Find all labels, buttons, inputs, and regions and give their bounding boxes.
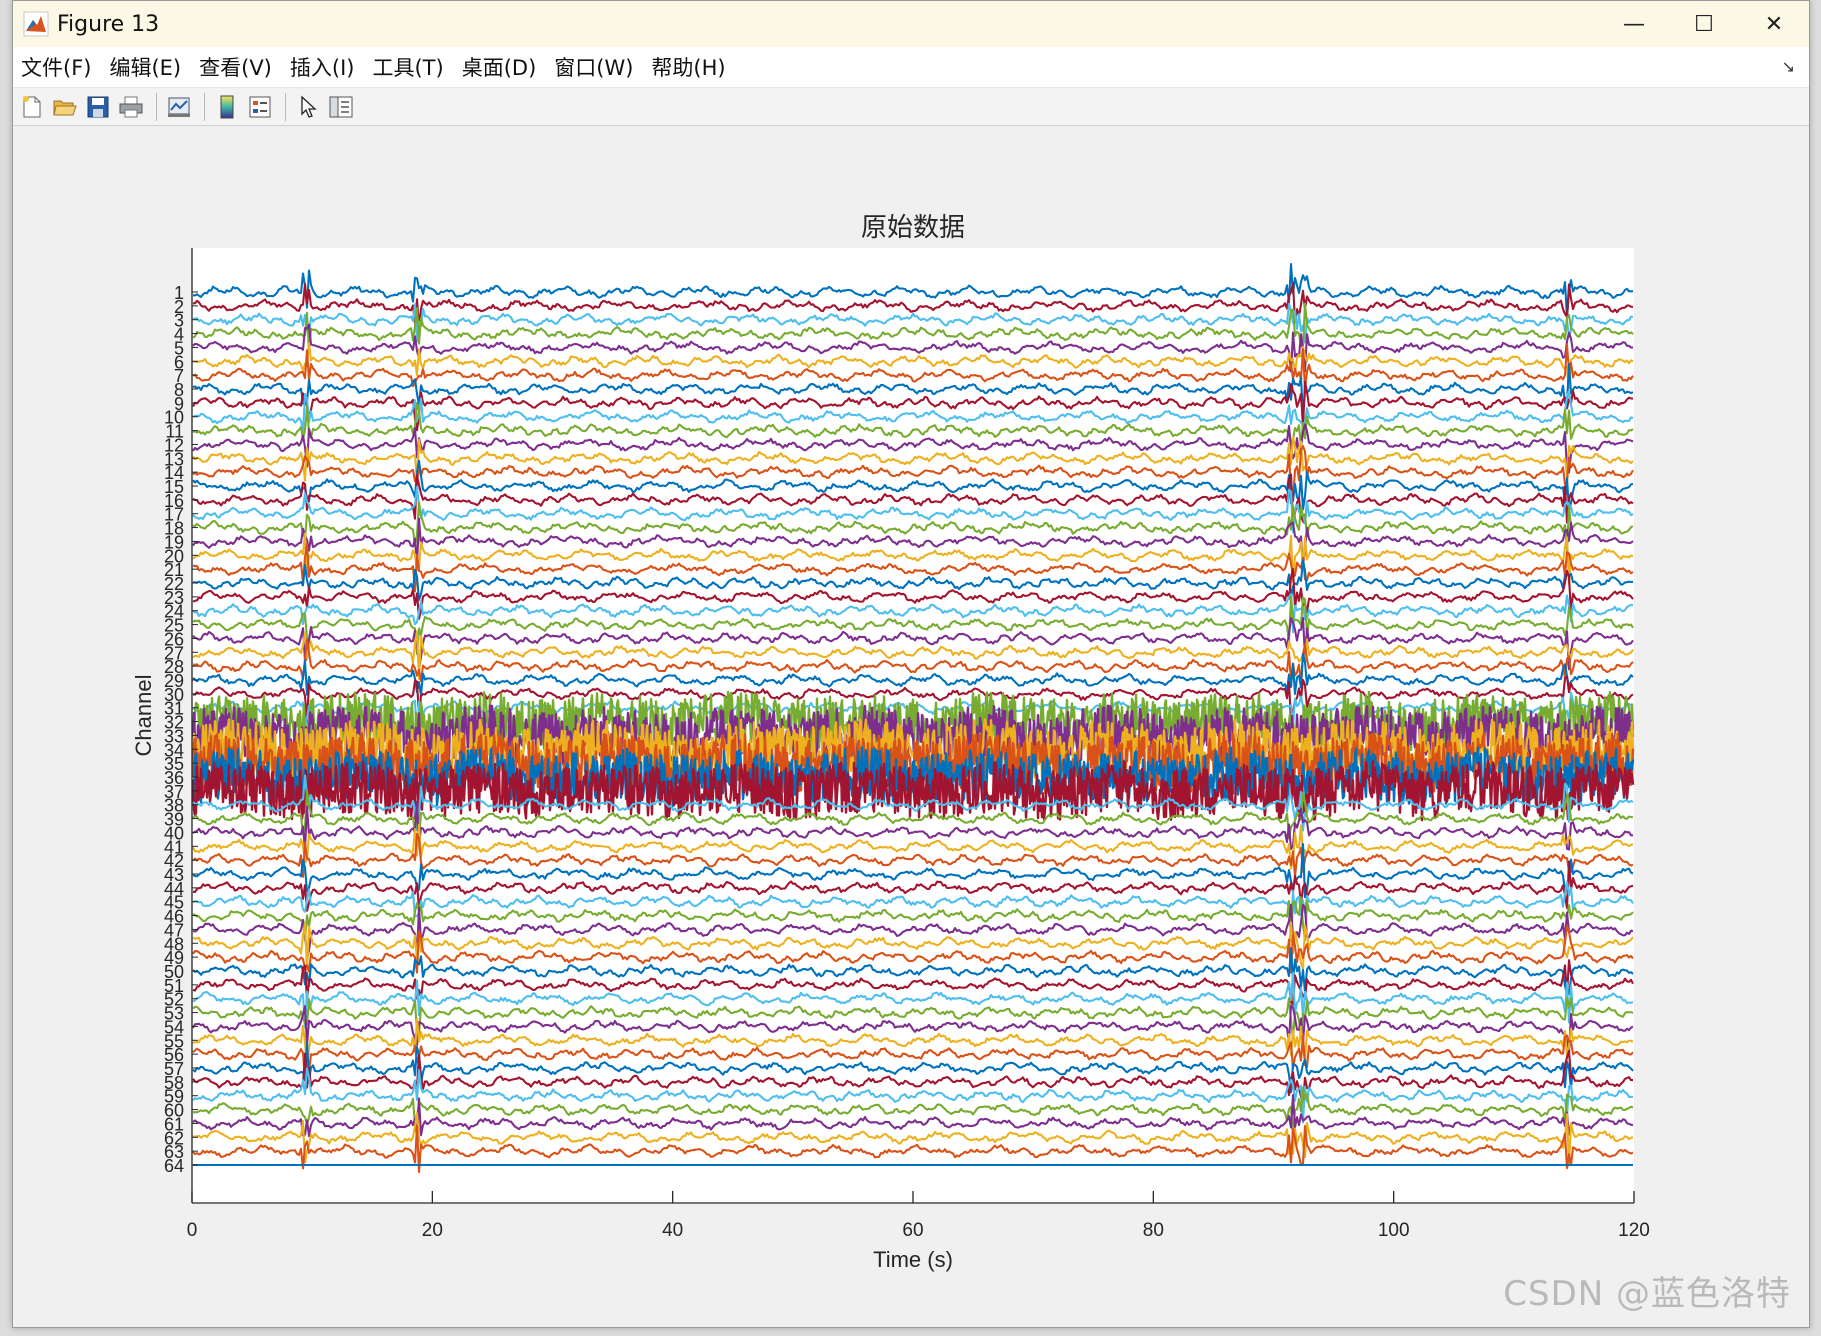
new-figure-icon [23,96,41,118]
window-title: Figure 13 [57,11,160,37]
menu-bar: 文件(F) 编辑(E) 查看(V) 插入(I) 工具(T) 桌面(D) 窗口(W… [13,47,1809,88]
menu-file[interactable]: 文件(F) [13,52,100,82]
x-tick-label-80: 80 [1143,1220,1164,1241]
y-axis-label: Channel [131,675,156,757]
legend-icon [249,96,271,118]
print-button[interactable] [116,92,146,122]
watermark: CSDN @蓝色洛特 [1503,1274,1791,1314]
property-inspector-button[interactable] [326,92,356,122]
figure-canvas: 0 20 40 60 80 100 120 1 2 3 4 5 6 7 8 9 10 11 12 13 14 15 16 17… [13,126,1809,1327]
link-plot-icon [168,97,190,117]
close-icon: ✕ [1764,11,1784,37]
colorbar-icon [220,95,234,119]
chart-title: 原始数据 [861,213,965,243]
menu-edit[interactable]: 编辑(E) [100,52,190,82]
maximize-icon: ☐ [1694,11,1714,37]
x-tick-label-120: 120 [1618,1220,1650,1241]
print-icon [119,96,143,118]
open-file-button[interactable] [50,92,80,122]
minimize-button[interactable]: — [1599,1,1669,47]
pointer-icon [301,95,317,118]
menu-help[interactable]: 帮助(H) [642,52,734,82]
minimize-icon: — [1623,11,1645,37]
toolbar-separator [156,93,157,121]
close-button[interactable]: ✕ [1739,1,1809,47]
x-tick-label-60: 60 [902,1220,923,1241]
new-figure-button[interactable] [17,92,47,122]
link-plot-button[interactable] [164,92,194,122]
property-inspector-icon [329,96,353,118]
toolbar-separator [204,93,205,121]
pointer-button[interactable] [293,92,323,122]
menu-desktop[interactable]: 桌面(D) [453,52,546,82]
menu-tools[interactable]: 工具(T) [363,52,452,82]
menu-insert[interactable]: 插入(I) [281,52,364,82]
figure-toolbar [13,89,1809,126]
save-button[interactable] [83,92,113,122]
toolbar-separator [285,93,286,121]
y-tick-label-64: 64 [164,1156,184,1176]
eeg-plot[interactable]: 0 20 40 60 80 100 1201234567891011121314151617… [13,126,1807,1326]
x-tick-label-40: 40 [662,1220,683,1241]
title-bar[interactable]: Figure 13 — ☐ ✕ [13,1,1809,47]
figure-window: Figure 13 — ☐ ✕ 文件(F) 编辑(E) 查看(V) 插入(I) … [12,0,1810,1328]
x-tick-label-100: 100 [1378,1220,1410,1241]
matlab-icon [23,11,49,37]
x-axis-label: Time (s) [873,1247,953,1272]
open-file-icon [53,100,77,116]
menu-window[interactable]: 窗口(W) [545,52,642,82]
colorbar-button[interactable] [212,92,242,122]
maximize-button[interactable]: ☐ [1669,1,1739,47]
save-icon [87,96,109,118]
menu-view[interactable]: 查看(V) [190,52,281,82]
menu-overflow-icon[interactable]: ↘ [1782,57,1795,76]
x-tick-label-20: 20 [422,1220,443,1241]
x-tick-label-0: 0 [187,1220,198,1241]
legend-button[interactable] [245,92,275,122]
